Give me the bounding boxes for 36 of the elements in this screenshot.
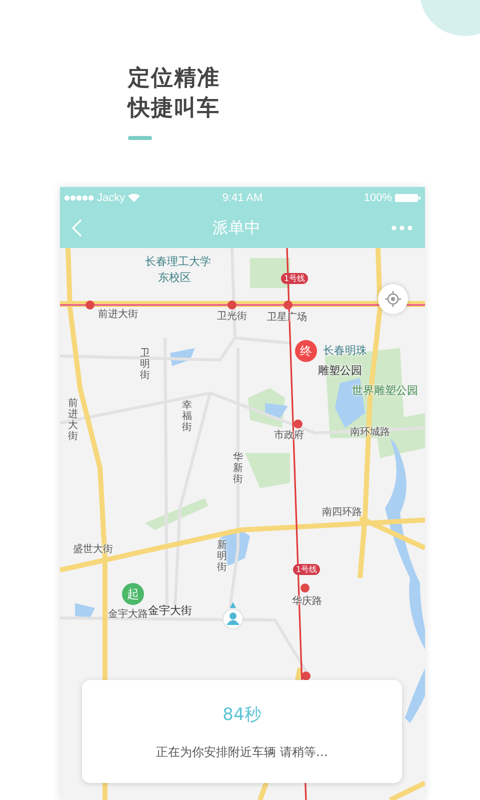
street-label: 前进大街 [98,309,138,321]
poi-label: 长春明珠 [323,345,367,357]
more-dots-icon [391,225,413,231]
street-label: 南环城路 [350,427,390,439]
headline: 定位精准 [128,64,221,93]
status-message: 正在为你安排附近车辆 请稍等… [156,744,328,760]
accent-bar [128,136,152,140]
street-label: 金宇大路 [108,609,148,621]
back-button[interactable] [70,217,84,239]
street-label: 前进大街 [68,398,78,442]
more-button[interactable] [389,223,415,233]
poi-label: 东校区 [158,272,191,284]
crosshair-icon [385,291,401,307]
street-label: 卫明街 [140,348,150,381]
poi-label: 长春理工大学 [145,256,211,268]
headline: 快捷叫车 [128,95,221,123]
chevron-left-icon [72,219,82,237]
metro-line-badge: 1号线 [281,273,308,284]
street-label: 卫光街 [217,311,247,323]
carrier-name: Jacky [97,192,126,204]
battery-icon [394,192,421,202]
user-location-icon [222,602,244,630]
street-label: 新明街 [217,540,227,573]
signal-icon [64,194,94,200]
nav-title: 派单中 [212,218,260,238]
countdown-text: 84秒 [222,704,262,726]
place-label: 雕塑公园 [318,365,362,377]
metro-line-badge: 1号线 [293,564,320,575]
place-label: 金宇大街 [148,605,192,617]
wifi-icon [128,193,140,202]
street-label: 华新街 [233,452,243,485]
street-label: 南四环路 [322,507,362,519]
battery-percent: 100% [364,192,392,204]
street-label: 幸福街 [182,400,192,433]
status-time: 9:41 AM [222,192,263,204]
park-label: 世界雕塑公园 [352,385,418,397]
